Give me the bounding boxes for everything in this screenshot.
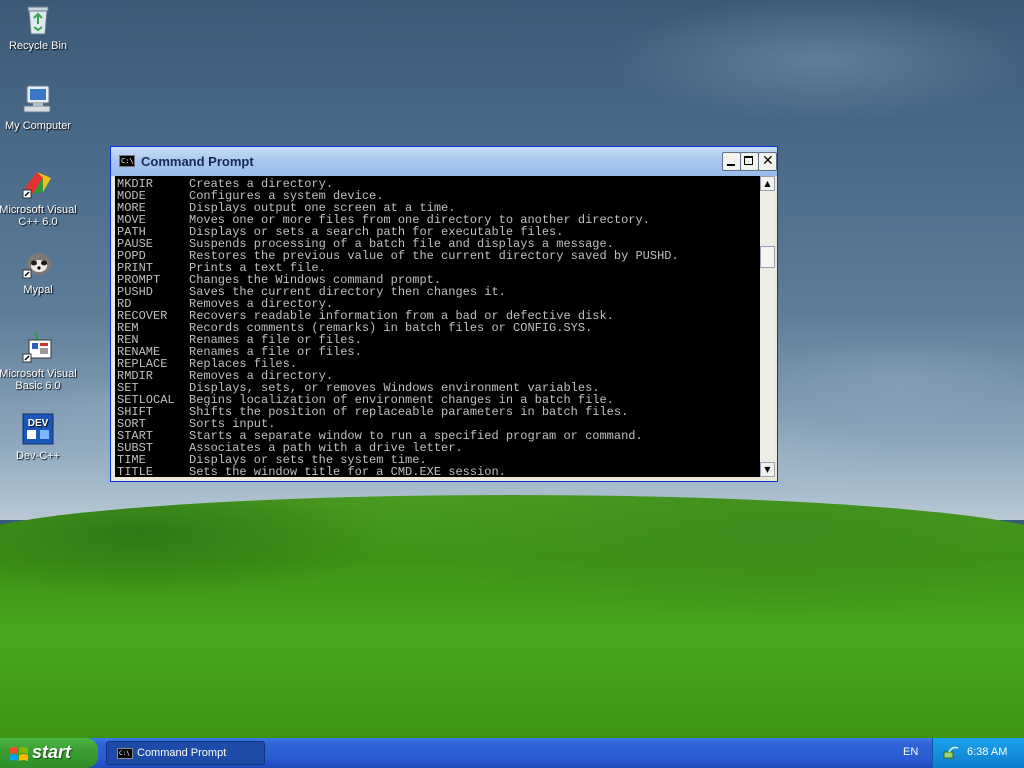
desktop-icon-visual-basic[interactable]: Microsoft Visual Basic 6.0	[0, 330, 83, 392]
window-title: Command Prompt	[141, 154, 254, 169]
desktop-icon-recycle-bin[interactable]: Recycle Bin	[0, 2, 83, 52]
taskbar-item-label: Command Prompt	[137, 747, 227, 759]
console-app-icon[interactable]: C:\	[119, 155, 135, 167]
command-prompt-window[interactable]: C:\ Command Prompt ✕ MKDIR Creates a dire…	[110, 146, 778, 482]
system-tray: 6:38 AM	[932, 738, 1024, 768]
taskbar: start C:\ Command Prompt EN 6:38 AM	[0, 738, 1024, 768]
desktop-icon-label: Dev-C++	[15, 450, 61, 462]
desktop-icon-label: Microsoft Visual Basic 6.0	[0, 368, 77, 392]
console-output[interactable]: MKDIR Creates a directory. MODE Configures …	[115, 176, 760, 477]
desktop-icon-dev-cpp[interactable]: DEV Dev-C++	[0, 412, 83, 462]
scroll-up-button[interactable]: ▲	[760, 176, 775, 191]
arrow-down-icon: ▼	[764, 465, 771, 474]
dev-cpp-icon: DEV	[22, 413, 54, 445]
close-icon: ✕	[762, 153, 774, 169]
scroll-down-button[interactable]: ▼	[760, 462, 775, 477]
visual-basic-icon	[22, 331, 52, 363]
svg-text:DEV: DEV	[28, 418, 49, 429]
maximize-icon	[744, 156, 753, 165]
vertical-scrollbar[interactable]: ▲ ▼	[760, 176, 775, 477]
my-computer-icon	[23, 85, 51, 113]
taskbar-item-command-prompt[interactable]: C:\ Command Prompt	[106, 741, 265, 765]
scroll-thumb[interactable]	[760, 246, 775, 268]
network-tray-icon[interactable]	[943, 746, 959, 760]
minimize-button[interactable]	[722, 152, 741, 171]
command-name: TITLE	[117, 465, 154, 477]
desktop-icon-mypal[interactable]: Mypal	[0, 248, 83, 296]
language-indicator[interactable]: EN	[903, 746, 918, 758]
start-button[interactable]: start	[0, 738, 98, 768]
desktop-icon-my-computer[interactable]: My Computer	[0, 84, 83, 132]
desktop-icon-label: Recycle Bin	[8, 40, 68, 52]
desktop-icon-visual-cpp[interactable]: Microsoft Visual C++ 6.0	[0, 168, 83, 228]
command-description: Sets the window title for a CMD.EXE sess…	[189, 465, 506, 477]
recycle-bin-icon	[27, 6, 49, 35]
clock[interactable]: 6:38 AM	[967, 746, 1007, 758]
raccoon-icon	[22, 253, 51, 279]
desktop-icon-label: Microsoft Visual C++ 6.0	[0, 204, 77, 228]
desktop-icon-label: My Computer	[4, 120, 72, 132]
console-app-icon: C:\	[117, 748, 133, 759]
close-button[interactable]: ✕	[758, 152, 777, 171]
start-label: start	[32, 742, 72, 762]
maximize-button[interactable]	[740, 152, 759, 171]
visual-cpp-icon	[22, 172, 51, 199]
minimize-icon	[727, 164, 735, 166]
wallpaper-hills	[0, 495, 1024, 738]
desktop-icon-label: Mypal	[23, 284, 53, 296]
window-titlebar[interactable]: C:\ Command Prompt ✕	[111, 147, 777, 176]
arrow-up-icon: ▲	[764, 179, 771, 188]
windows-flag-icon	[10, 747, 28, 761]
